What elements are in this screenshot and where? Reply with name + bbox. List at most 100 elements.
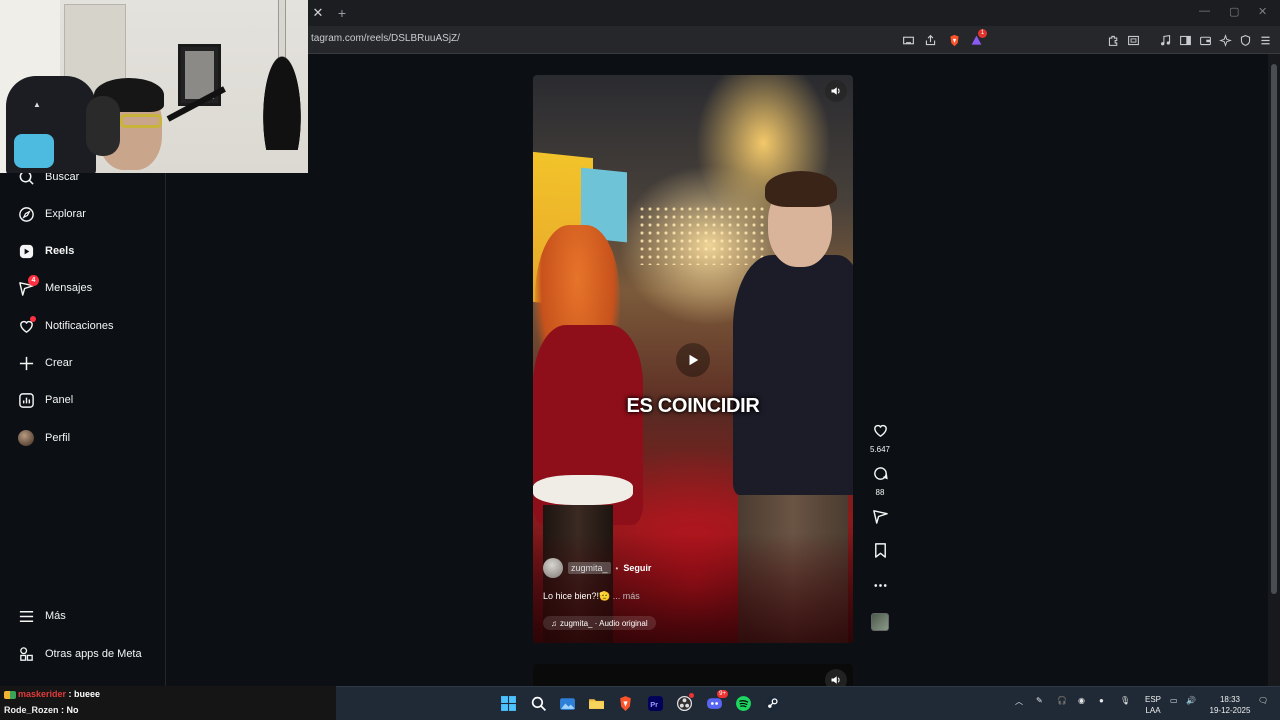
next-reel-preview[interactable] xyxy=(533,664,853,691)
comment-icon xyxy=(873,467,888,480)
play-icon xyxy=(689,354,699,366)
scrollbar-thumb[interactable] xyxy=(1271,64,1277,594)
close-window-icon[interactable]: ✕ xyxy=(1258,5,1267,18)
sidebar-item-explorar[interactable]: Explorar xyxy=(17,203,86,225)
share-button[interactable] xyxy=(864,508,896,530)
sidebar-toggle-icon[interactable] xyxy=(1177,32,1193,48)
sidebar-item-label: Perfil xyxy=(45,432,71,444)
mute-button[interactable] xyxy=(825,80,847,102)
speaker-icon xyxy=(831,676,840,684)
lang-code: ESP xyxy=(1144,695,1161,704)
maximize-icon[interactable]: ▢ xyxy=(1229,5,1239,18)
wallet-icon[interactable] xyxy=(1197,32,1213,48)
heart-icon xyxy=(873,424,887,438)
discord-icon[interactable]: 9+ xyxy=(703,690,728,714)
input-language[interactable]: ESP LAA xyxy=(1142,694,1164,716)
photos-app-icon[interactable] xyxy=(556,692,578,714)
send-icon xyxy=(872,510,888,524)
sidebar-item-crear[interactable]: Crear xyxy=(17,352,73,374)
tray-steam-icon[interactable]: ◉ xyxy=(1078,696,1085,705)
chat-message: maskerider : bueee xyxy=(4,689,100,699)
speaker-icon xyxy=(831,87,840,95)
vpn-shield-icon[interactable] xyxy=(1237,32,1253,48)
author-avatar[interactable] xyxy=(543,558,563,578)
clock-time: 18:33 xyxy=(1219,695,1241,704)
spotify-icon[interactable] xyxy=(732,692,754,714)
comment-count: 88 xyxy=(875,488,885,497)
sidebar-item-reels[interactable]: Reels xyxy=(17,240,74,262)
tray-app-icon[interactable]: ● xyxy=(1099,696,1104,705)
tray-pen-icon[interactable]: ✎ xyxy=(1036,696,1043,705)
chat-badge-icon xyxy=(4,690,16,699)
notification-center-icon[interactable]: 🗨 xyxy=(1258,696,1268,705)
messages-badge: 4 xyxy=(28,275,39,286)
system-clock[interactable]: 18:33 19-12-2025 xyxy=(1204,694,1256,716)
sidebar-item-label: Reels xyxy=(45,245,75,257)
windows-start-icon[interactable] xyxy=(497,692,519,714)
sidebar-item-label: Explorar xyxy=(45,208,86,220)
more-options-button[interactable] xyxy=(864,577,896,599)
tray-network-icon[interactable]: ▭ xyxy=(1170,696,1178,705)
media-control-icon[interactable] xyxy=(1157,32,1173,48)
sidebar-item-perfil[interactable]: Perfil xyxy=(17,427,70,449)
new-tab-icon[interactable]: + xyxy=(334,4,350,22)
taskbar-search-icon[interactable] xyxy=(527,692,549,714)
close-tab-icon[interactable]: ✕ xyxy=(309,4,327,22)
sidebar-item-notificaciones[interactable]: Notificaciones xyxy=(17,315,113,337)
sidebar-item-otras-apps[interactable]: Otras apps de Meta xyxy=(17,643,142,665)
audio-pill[interactable]: ♫ zugmita_ · Audio original xyxy=(543,616,656,630)
tray-headphones-icon[interactable]: 🎧 xyxy=(1057,696,1067,705)
compass-icon xyxy=(17,205,35,223)
chair-logo: ▲ xyxy=(33,100,42,109)
reel-video[interactable]: ES COINCIDIR zugmita_ • Seguir Lo hice b… xyxy=(533,75,853,643)
leo-ai-icon[interactable] xyxy=(1217,32,1233,48)
comment-button[interactable]: 88 xyxy=(864,465,896,497)
file-explorer-icon[interactable] xyxy=(585,692,607,714)
sidebar-item-label: Otras apps de Meta xyxy=(45,648,142,660)
tray-overflow-icon[interactable]: ︿ xyxy=(1015,696,1023,707)
sidebar-item-mas[interactable]: Más xyxy=(17,605,66,627)
screen: ✕ + — ▢ ✕ tagram.com/reels/DSLBRuuASjZ/ … xyxy=(0,0,1280,720)
audio-label: zugmita_ · Audio original xyxy=(560,618,648,628)
premiere-pro-icon[interactable]: Pr xyxy=(644,692,666,714)
save-button[interactable] xyxy=(864,542,896,564)
separator-dot: • xyxy=(615,563,619,573)
steam-icon[interactable] xyxy=(761,692,783,714)
author-username[interactable]: zugmita_ xyxy=(568,562,611,574)
chat-message: Rode_Rozen : No xyxy=(4,705,79,715)
bookmark-icon xyxy=(874,543,886,558)
brave-rewards-icon[interactable]: 1 xyxy=(968,29,987,48)
brave-shield-icon[interactable] xyxy=(946,32,962,48)
chart-icon xyxy=(17,391,35,409)
extensions-icon[interactable] xyxy=(1105,32,1121,48)
sidebar-item-mensajes[interactable]: 4 Mensajes xyxy=(17,275,92,299)
share-icon[interactable] xyxy=(922,32,938,48)
minimize-icon[interactable]: — xyxy=(1199,5,1210,17)
like-count: 5.647 xyxy=(869,445,891,454)
recording-dot xyxy=(689,693,694,698)
page-scrollbar[interactable] xyxy=(1268,54,1280,686)
obs-studio-icon[interactable] xyxy=(673,692,695,714)
tab-manager-icon[interactable] xyxy=(1125,32,1141,48)
chat-username: maskerider xyxy=(18,689,67,699)
brave-browser-icon[interactable] xyxy=(614,692,636,714)
reel-description: Lo hice bien?!🫡 ... más xyxy=(543,591,640,602)
browser-menu-icon[interactable] xyxy=(1257,32,1273,48)
webcam-overlay: ▲ xyxy=(0,0,308,173)
chat-username: Rode_Rozen xyxy=(4,705,59,715)
cast-icon[interactable] xyxy=(900,32,916,48)
sidebar-item-panel[interactable]: Panel xyxy=(17,389,73,411)
avatar xyxy=(17,429,35,447)
tray-volume-icon[interactable]: 🔊 xyxy=(1186,696,1196,705)
like-button[interactable]: 5.647 xyxy=(864,422,896,454)
more-link[interactable]: ... más xyxy=(613,591,640,601)
reel-caption-overlay: ES COINCIDIR xyxy=(626,395,760,417)
sidebar-item-label: Notificaciones xyxy=(45,320,114,332)
tray-mic-icon[interactable]: 🎙 xyxy=(1120,696,1130,705)
clock-date: 19-12-2025 xyxy=(1209,706,1251,715)
play-button[interactable] xyxy=(676,343,710,377)
sidebar-item-label: Crear xyxy=(45,357,73,369)
follow-button[interactable]: Seguir xyxy=(623,563,651,573)
url-text[interactable]: tagram.com/reels/DSLBRuuASjZ/ xyxy=(311,33,460,44)
audio-thumbnail[interactable] xyxy=(871,613,889,631)
